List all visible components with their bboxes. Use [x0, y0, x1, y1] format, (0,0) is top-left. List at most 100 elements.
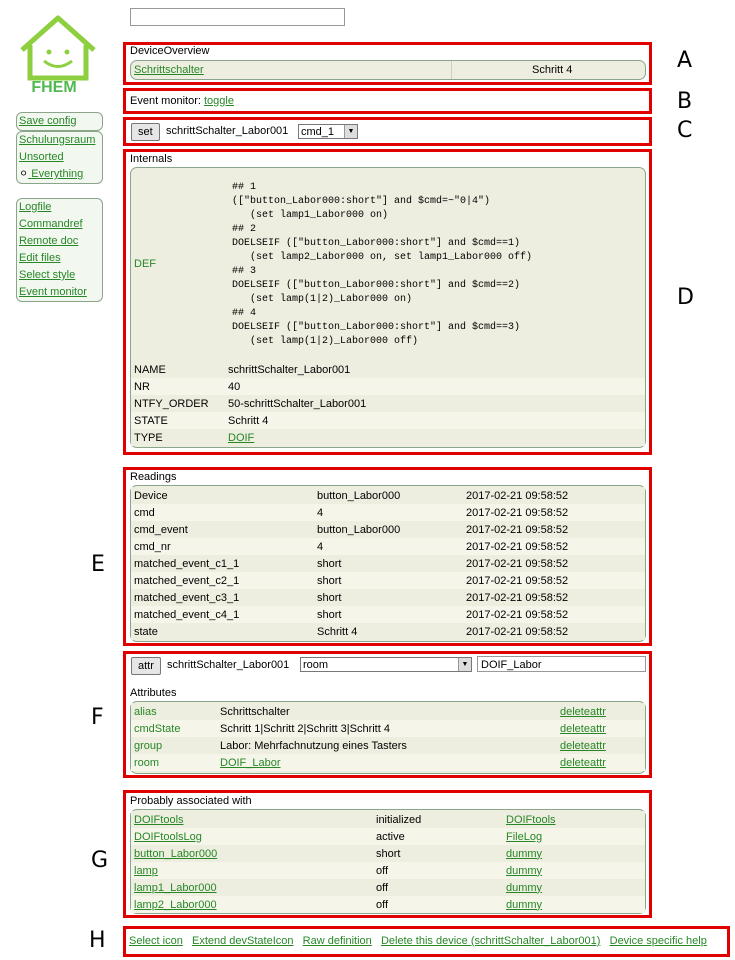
reading-name-cell: matched_event_c1_1: [131, 555, 314, 572]
attribute-value-cell: Labor: Mehrfachnutzung eines Tasters: [217, 737, 557, 754]
delete-attr-link[interactable]: deleteattr: [560, 706, 606, 718]
associated-device-link[interactable]: DOIFtoolsLog: [134, 831, 202, 843]
set-button[interactable]: set: [131, 123, 160, 141]
reading-row: cmd_event button_Labor000 2017-02-21 09:58…: [131, 521, 645, 538]
internal-key-cell: NAME: [131, 361, 225, 378]
device-help-link[interactable]: Device specific help: [610, 935, 707, 947]
associated-device-link[interactable]: DOIFtools: [134, 814, 184, 826]
delete-attr-link[interactable]: deleteattr: [560, 740, 606, 752]
internal-key: NTFY_ORDER: [134, 397, 209, 410]
internal-key-cell: NTFY_ORDER: [131, 395, 225, 412]
delete-attr-link[interactable]: deleteattr: [560, 723, 606, 735]
menu-link-remote-doc[interactable]: Remote doc: [17, 233, 102, 250]
dropdown-arrow-icon: ▼: [458, 658, 471, 671]
reading-value-cell: short: [314, 572, 463, 589]
internals-row: NAME schrittSchalter_Labor001: [131, 361, 645, 378]
attribute-key-cell: group: [131, 737, 217, 754]
search-input[interactable]: [130, 8, 345, 26]
def-key: DEF: [134, 258, 156, 270]
menu-link-event-monitor[interactable]: Event monitor: [17, 284, 102, 301]
reading-time-cell: 2017-02-21 09:58:52: [463, 606, 645, 623]
internals-row: NTFY_ORDER 50-schrittSchalter_Labor001: [131, 395, 645, 412]
reading-name: cmd_nr: [134, 540, 171, 553]
reading-name-cell: cmd_nr: [131, 538, 314, 555]
label-f: F: [91, 705, 104, 730]
associated-state: active: [376, 830, 405, 843]
overview-device-link[interactable]: Schrittschalter: [134, 64, 204, 76]
reading-row: cmd_nr 4 2017-02-21 09:58:52: [131, 538, 645, 555]
associated-type-link[interactable]: dummy: [506, 848, 542, 860]
associated-type-link[interactable]: FileLog: [506, 831, 542, 843]
reading-time-cell: 2017-02-21 09:58:52: [463, 504, 645, 521]
associated-device-link-cell: button_Labor000: [131, 845, 373, 862]
associated-state: off: [376, 881, 389, 894]
internal-key: STATE: [134, 414, 168, 427]
internal-key: TYPE: [134, 431, 163, 444]
internal-value[interactable]: DOIF: [228, 432, 254, 444]
associated-device-link[interactable]: lamp: [134, 865, 158, 877]
menu-link-select-style[interactable]: Select style: [17, 267, 102, 284]
associated-type-link[interactable]: dummy: [506, 865, 542, 877]
reading-time: 2017-02-21 09:58:52: [466, 523, 569, 536]
reading-time: 2017-02-21 09:58:52: [466, 574, 569, 587]
reading-name-cell: Device: [131, 487, 314, 504]
reading-time: 2017-02-21 09:58:52: [466, 540, 569, 553]
house-logo-icon: [20, 15, 96, 81]
reading-time: 2017-02-21 09:58:52: [466, 591, 569, 604]
associated-device-link[interactable]: button_Labor000: [134, 848, 217, 860]
reading-value-cell: short: [314, 606, 463, 623]
reading-name-cell: matched_event_c4_1: [131, 606, 314, 623]
delete-device-link[interactable]: Delete this device (schrittSchalter_Labo…: [381, 935, 601, 947]
associated-device-link-cell: lamp2_Labor000: [131, 896, 373, 913]
attr-button[interactable]: attr: [131, 657, 161, 675]
associated-panel: DOIFtools initialized DOIFtools DOIFtoolsLo…: [130, 809, 646, 914]
label-h: H: [89, 928, 106, 953]
associated-type-link[interactable]: dummy: [506, 882, 542, 894]
associated-type-link[interactable]: dummy: [506, 899, 542, 911]
room-link-everything[interactable]: ⚪ Everything: [17, 166, 102, 183]
attribute-key: group: [134, 739, 163, 752]
footer-links: Select icon Extend devStateIcon Raw defi…: [129, 935, 707, 947]
reading-value-cell: short: [314, 589, 463, 606]
attr-name-select[interactable]: room ▼: [300, 657, 472, 672]
extend-devstateicon-link[interactable]: Extend devStateIcon: [192, 935, 294, 947]
associated-state-cell: off: [373, 862, 503, 879]
save-config-link[interactable]: Save config: [17, 113, 102, 130]
overview-divider: [451, 61, 452, 79]
associated-device-link[interactable]: lamp1_Labor000: [134, 882, 217, 894]
menu-link-commandref[interactable]: Commandref: [17, 216, 102, 233]
reading-value: button_Labor000: [317, 523, 401, 536]
reading-row: state Schritt 4 2017-02-21 09:58:52: [131, 623, 645, 640]
attr-value-input[interactable]: DOIF_Labor: [477, 656, 646, 672]
room-label-everything: Everything: [31, 168, 84, 180]
associated-type-link-cell: FileLog: [503, 828, 645, 845]
menu-rooms-block: Schulungsraum Unsorted ⚪ Everything: [16, 131, 103, 184]
attribute-row: group Labor: Mehrfachnutzung eines Taster…: [131, 737, 645, 754]
associated-state: short: [376, 847, 401, 860]
overview-panel: Schrittschalter Schritt 4: [130, 60, 646, 80]
raw-definition-link[interactable]: Raw definition: [303, 935, 372, 947]
delete-attr-link[interactable]: deleteattr: [560, 757, 606, 769]
attribute-key: room: [134, 756, 160, 769]
attribute-value[interactable]: DOIF_Labor: [220, 757, 281, 769]
reading-name-cell: cmd_event: [131, 521, 314, 538]
internal-key-cell: TYPE: [131, 429, 225, 446]
reading-value-cell: short: [314, 555, 463, 572]
menu-link-edit-files[interactable]: Edit files: [17, 250, 102, 267]
attribute-value: Schritt 1|Schritt 2|Schritt 3|Schritt 4: [220, 722, 390, 735]
select-icon-link[interactable]: Select icon: [129, 935, 183, 947]
reading-name: matched_event_c2_1: [134, 574, 240, 587]
associated-type-link[interactable]: DOIFtools: [506, 814, 556, 826]
reading-name: state: [134, 625, 158, 638]
reading-row: Device button_Labor000 2017-02-21 09:58:52: [131, 487, 645, 504]
associated-device-link[interactable]: lamp2_Labor000: [134, 899, 217, 911]
set-command-select[interactable]: cmd_1 ▼: [298, 124, 358, 139]
room-link-unsorted[interactable]: Unsorted: [17, 149, 102, 166]
associated-row: DOIFtools initialized DOIFtools: [131, 811, 645, 828]
reading-time-cell: 2017-02-21 09:58:52: [463, 538, 645, 555]
room-link-schulungsraum[interactable]: Schulungsraum: [17, 132, 102, 149]
menu-link-logfile[interactable]: Logfile: [17, 199, 102, 216]
reading-time: 2017-02-21 09:58:52: [466, 625, 569, 638]
attribute-value: Labor: Mehrfachnutzung eines Tasters: [220, 739, 407, 752]
event-monitor-toggle-link[interactable]: toggle: [204, 95, 234, 107]
